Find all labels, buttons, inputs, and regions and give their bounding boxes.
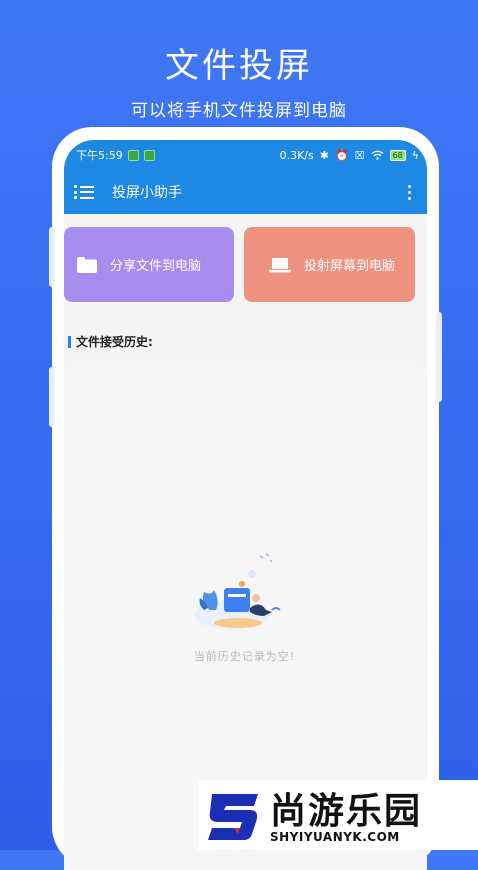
app-screen: 下午5:59 0.3K/s ✱ ⏰ ☒ 68 ϟ 投屏小助手 分享文件到电脑 投… bbox=[64, 140, 427, 870]
app-title: 投屏小助手 bbox=[112, 185, 182, 201]
alarm-off-icon: ⏰ bbox=[334, 148, 349, 162]
empty-history-text: 当前历史记录为空! bbox=[193, 650, 296, 663]
watermark-name: 尚游乐园 bbox=[270, 791, 423, 832]
share-file-button[interactable]: 分享文件到电脑 bbox=[64, 227, 234, 302]
cast-screen-button[interactable]: 投射屏幕到电脑 bbox=[244, 227, 415, 302]
battery-icon: 68 bbox=[389, 149, 406, 161]
history-title-text: 文件接受历史: bbox=[76, 335, 153, 349]
phone-frame: 下午5:59 0.3K/s ✱ ⏰ ☒ 68 ϟ 投屏小助手 分享文件到电脑 投… bbox=[49, 127, 442, 870]
watermark: 尚游乐园 SHYIYUANYK.COM bbox=[198, 780, 478, 850]
status-time: 下午5:59 bbox=[76, 149, 123, 162]
more-vert-icon[interactable] bbox=[401, 184, 417, 200]
sim-off-icon: ☒ bbox=[354, 148, 365, 162]
phone-side-button bbox=[49, 227, 55, 287]
wifi-icon bbox=[371, 150, 383, 160]
promo-title: 文件投屏 bbox=[165, 46, 313, 86]
folder-icon bbox=[77, 256, 97, 273]
share-file-label: 分享文件到电脑 bbox=[110, 259, 202, 274]
history-section-title: 文件接受历史: bbox=[68, 333, 153, 350]
charging-icon: ϟ bbox=[411, 148, 419, 162]
section-marker bbox=[68, 335, 71, 348]
notification-icon bbox=[143, 149, 155, 161]
empty-state-illustration bbox=[194, 553, 281, 629]
phone-side-button bbox=[436, 312, 442, 402]
bluetooth-icon: ✱ bbox=[319, 148, 329, 162]
promo-subtitle: 可以将手机文件投屏到电脑 bbox=[131, 101, 347, 121]
phone-side-button bbox=[49, 367, 55, 427]
laptop-icon bbox=[269, 257, 291, 272]
watermark-logo bbox=[208, 794, 258, 840]
notification-icon bbox=[127, 149, 139, 161]
app-bar: 投屏小助手 bbox=[64, 170, 427, 214]
menu-icon[interactable] bbox=[74, 182, 96, 202]
status-bar: 下午5:59 0.3K/s ✱ ⏰ ☒ 68 ϟ bbox=[64, 140, 427, 170]
cast-screen-label: 投射屏幕到电脑 bbox=[304, 259, 396, 274]
network-speed: 0.3K/s bbox=[279, 148, 314, 162]
watermark-url: SHYIYUANYK.COM bbox=[270, 830, 400, 844]
